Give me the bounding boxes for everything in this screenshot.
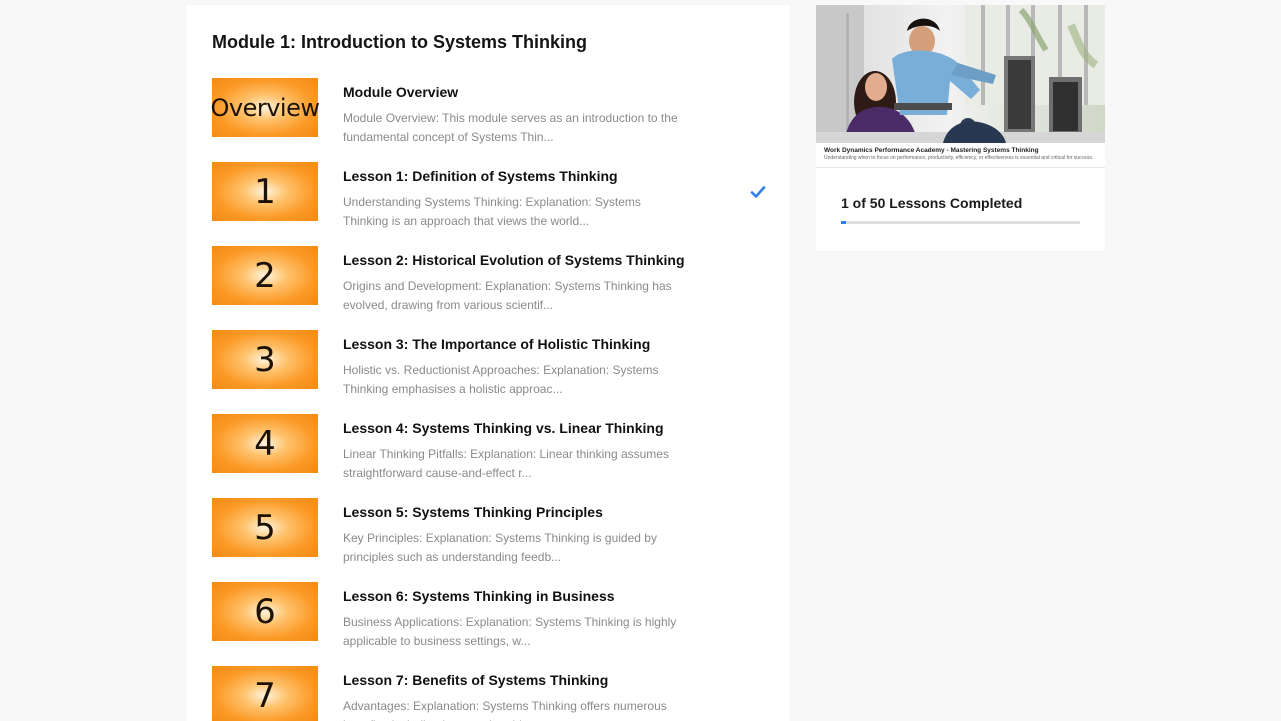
module-title: Module 1: Introduction to Systems Thinki… bbox=[212, 32, 588, 52]
module-panel: Module 1: Introduction to Systems Thinki… bbox=[186, 5, 790, 721]
lesson-title[interactable]: Lesson 3: The Importance of Holistic Thi… bbox=[343, 336, 703, 352]
lesson-thumbnail[interactable]: Overview bbox=[210, 78, 321, 137]
lesson-description: Business Applications: Explanation: Syst… bbox=[343, 615, 677, 648]
thumbnail-label: 7 bbox=[254, 675, 276, 716]
lesson-thumbnail[interactable]: 4 bbox=[212, 414, 318, 473]
lessons-completed-text: 1 of 50 Lessons Completed bbox=[841, 195, 1023, 211]
lesson-list: Overview Module Overview Module Overview… bbox=[186, 77, 790, 721]
lesson-item-2[interactable]: 2 Lesson 2: Historical Evolution of Syst… bbox=[186, 245, 790, 329]
lesson-title[interactable]: Lesson 1: Definition of Systems Thinking bbox=[343, 168, 703, 184]
thumbnail-label: 3 bbox=[254, 339, 276, 380]
lesson-item-7[interactable]: 7 Lesson 7: Benefits of Systems Thinking… bbox=[186, 665, 790, 721]
lesson-item-1[interactable]: 1 Lesson 1: Definition of Systems Thinki… bbox=[186, 161, 790, 245]
lesson-description: Origins and Development: Explanation: Sy… bbox=[343, 279, 672, 312]
lesson-description: Advantages: Explanation: Systems Thinkin… bbox=[343, 699, 667, 721]
course-progress-card: Work Dynamics Performance Academy - Mast… bbox=[816, 5, 1105, 251]
course-image-caption-title: Work Dynamics Performance Academy - Mast… bbox=[824, 147, 1039, 154]
course-progress-bar bbox=[841, 221, 1080, 224]
lesson-item-5[interactable]: 5 Lesson 5: Systems Thinking Principles … bbox=[186, 497, 790, 581]
course-image-caption-subtitle: Understanding when to focus on performan… bbox=[824, 155, 1094, 161]
lesson-description: Holistic vs. Reductionist Approaches: Ex… bbox=[343, 363, 659, 396]
lesson-title[interactable]: Lesson 2: Historical Evolution of System… bbox=[343, 252, 703, 268]
lesson-item-overview[interactable]: Overview Module Overview Module Overview… bbox=[186, 77, 790, 161]
lesson-description: Module Overview: This module serves as a… bbox=[343, 111, 678, 144]
thumbnail-label: Overview bbox=[210, 93, 321, 122]
lesson-title[interactable]: Lesson 6: Systems Thinking in Business bbox=[343, 588, 703, 604]
thumbnail-label: 6 bbox=[254, 591, 276, 632]
lesson-item-4[interactable]: 4 Lesson 4: Systems Thinking vs. Linear … bbox=[186, 413, 790, 497]
thumbnail-label: 4 bbox=[254, 423, 276, 464]
lesson-item-6[interactable]: 6 Lesson 6: Systems Thinking in Business… bbox=[186, 581, 790, 665]
lesson-thumbnail[interactable]: 6 bbox=[212, 582, 318, 641]
thumbnail-label: 2 bbox=[254, 255, 276, 296]
check-icon bbox=[750, 186, 766, 198]
lesson-thumbnail[interactable]: 7 bbox=[212, 666, 318, 721]
lesson-title[interactable]: Module Overview bbox=[343, 84, 703, 100]
lesson-thumbnail[interactable]: 5 bbox=[212, 498, 318, 557]
course-image-caption: Work Dynamics Performance Academy - Mast… bbox=[816, 143, 1105, 168]
lesson-item-3[interactable]: 3 Lesson 3: The Importance of Holistic T… bbox=[186, 329, 790, 413]
lesson-thumbnail[interactable]: 1 bbox=[212, 162, 318, 221]
lesson-description: Linear Thinking Pitfalls: Explanation: L… bbox=[343, 447, 669, 480]
lesson-description: Understanding Systems Thinking: Explanat… bbox=[343, 195, 641, 228]
lesson-title[interactable]: Lesson 4: Systems Thinking vs. Linear Th… bbox=[343, 420, 703, 436]
lesson-thumbnail[interactable]: 3 bbox=[212, 330, 318, 389]
course-image bbox=[816, 5, 1105, 143]
lesson-thumbnail[interactable]: 2 bbox=[212, 246, 318, 305]
lesson-description: Key Principles: Explanation: Systems Thi… bbox=[343, 531, 657, 564]
course-progress-fill bbox=[841, 221, 846, 224]
lesson-title[interactable]: Lesson 7: Benefits of Systems Thinking bbox=[343, 672, 703, 688]
lesson-title[interactable]: Lesson 5: Systems Thinking Principles bbox=[343, 504, 703, 520]
thumbnail-label: 1 bbox=[254, 171, 276, 212]
thumbnail-label: 5 bbox=[254, 507, 276, 548]
